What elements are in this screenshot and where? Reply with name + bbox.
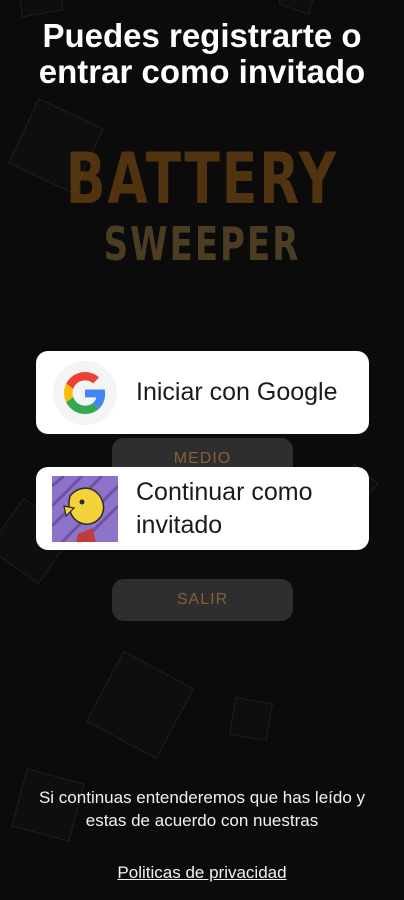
- privacy-policy-link[interactable]: Politicas de privacidad: [0, 863, 404, 883]
- game-logo-battery: BATTERY: [65, 139, 339, 221]
- guest-continue-button[interactable]: Continuar como invitado: [36, 467, 369, 550]
- background-square: [85, 650, 195, 760]
- background-square: [278, 0, 314, 15]
- google-g-icon: [52, 360, 118, 426]
- google-signin-button[interactable]: Iniciar con Google: [36, 351, 369, 434]
- dialog-title: Puedes registrarte o entrar como invitad…: [38, 17, 366, 90]
- guest-avatar-icon: [52, 475, 118, 542]
- guest-continue-label: Continuar como invitado: [136, 477, 313, 539]
- menu-exit-button: SALIR: [112, 579, 293, 621]
- google-signin-label: Iniciar con Google: [136, 378, 338, 406]
- background-square: [228, 696, 274, 742]
- background-square: [18, 0, 64, 18]
- game-logo-sweeper: SWEEPER: [103, 218, 301, 272]
- terms-notice: Si continuas entenderemos que has leído …: [38, 788, 366, 830]
